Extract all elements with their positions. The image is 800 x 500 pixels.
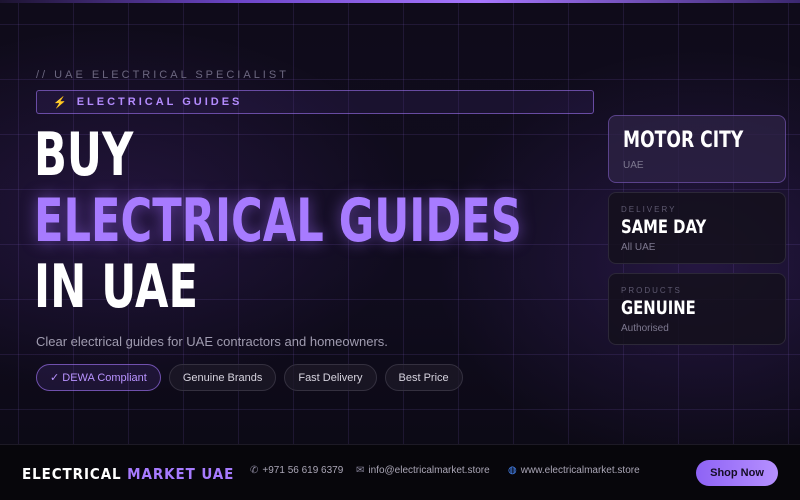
category-label: ELECTRICAL GUIDES bbox=[76, 96, 243, 108]
delivery-card: DELIVERY SAME DAY All UAE bbox=[608, 192, 786, 264]
brand-logo[interactable]: ELECTRICAL MARKET UAE bbox=[22, 465, 234, 483]
headline-line-1: BUY bbox=[34, 120, 134, 190]
chip-dewa-compliant[interactable]: ✓ DEWA Compliant bbox=[36, 364, 161, 391]
page-title: BUY ELECTRICAL GUIDES IN UAE bbox=[34, 122, 522, 320]
email-contact[interactable]: ✉ info@electricalmarket.store bbox=[356, 465, 490, 476]
headline-line-2: ELECTRICAL GUIDES bbox=[34, 186, 522, 256]
category-badge: ⚡ ELECTRICAL GUIDES bbox=[36, 90, 594, 114]
headline-line-3: IN UAE bbox=[34, 252, 198, 322]
hero-subtitle: Clear electrical guides for UAE contract… bbox=[36, 334, 388, 349]
products-kicker: PRODUCTS bbox=[621, 286, 682, 295]
phone-contact[interactable]: ✆ +971 56 619 6379 bbox=[250, 465, 343, 476]
hero-section: // UAE ELECTRICAL SPECIALIST ⚡ ELECTRICA… bbox=[0, 0, 800, 500]
chip-best-price[interactable]: Best Price bbox=[384, 364, 463, 391]
location-title: MOTOR CITY bbox=[623, 128, 744, 153]
email-address: info@electricalmarket.store bbox=[368, 465, 490, 476]
shop-now-button[interactable]: Shop Now bbox=[696, 460, 778, 486]
website-url: www.electricalmarket.store bbox=[520, 465, 640, 476]
delivery-title: SAME DAY bbox=[621, 216, 707, 238]
eyebrow-text: // UAE ELECTRICAL SPECIALIST bbox=[36, 69, 289, 81]
feature-chips: ✓ DEWA Compliant Genuine Brands Fast Del… bbox=[36, 364, 463, 391]
location-card: MOTOR CITY UAE bbox=[608, 115, 786, 183]
phone-number: +971 56 619 6379 bbox=[262, 465, 344, 476]
footer-bar: ELECTRICAL MARKET UAE ✆ +971 56 619 6379… bbox=[0, 444, 800, 500]
delivery-kicker: DELIVERY bbox=[621, 205, 677, 214]
top-accent-bar bbox=[0, 0, 800, 3]
chip-genuine-brands[interactable]: Genuine Brands bbox=[168, 364, 277, 391]
location-sub: UAE bbox=[623, 160, 644, 171]
mail-icon: ✉ bbox=[356, 465, 365, 476]
brand-part-1: ELECTRICAL bbox=[22, 465, 122, 483]
globe-icon: ◍ bbox=[508, 465, 517, 476]
phone-icon: ✆ bbox=[250, 465, 259, 476]
delivery-sub: All UAE bbox=[621, 242, 656, 253]
products-card: PRODUCTS GENUINE Authorised bbox=[608, 273, 786, 345]
products-sub: Authorised bbox=[621, 323, 669, 334]
website-contact[interactable]: ◍ www.electricalmarket.store bbox=[508, 465, 640, 476]
lightning-bolt-icon: ⚡ bbox=[53, 96, 67, 109]
brand-part-2: MARKET UAE bbox=[127, 465, 235, 483]
chip-fast-delivery[interactable]: Fast Delivery bbox=[284, 364, 377, 391]
products-title: GENUINE bbox=[621, 297, 696, 319]
